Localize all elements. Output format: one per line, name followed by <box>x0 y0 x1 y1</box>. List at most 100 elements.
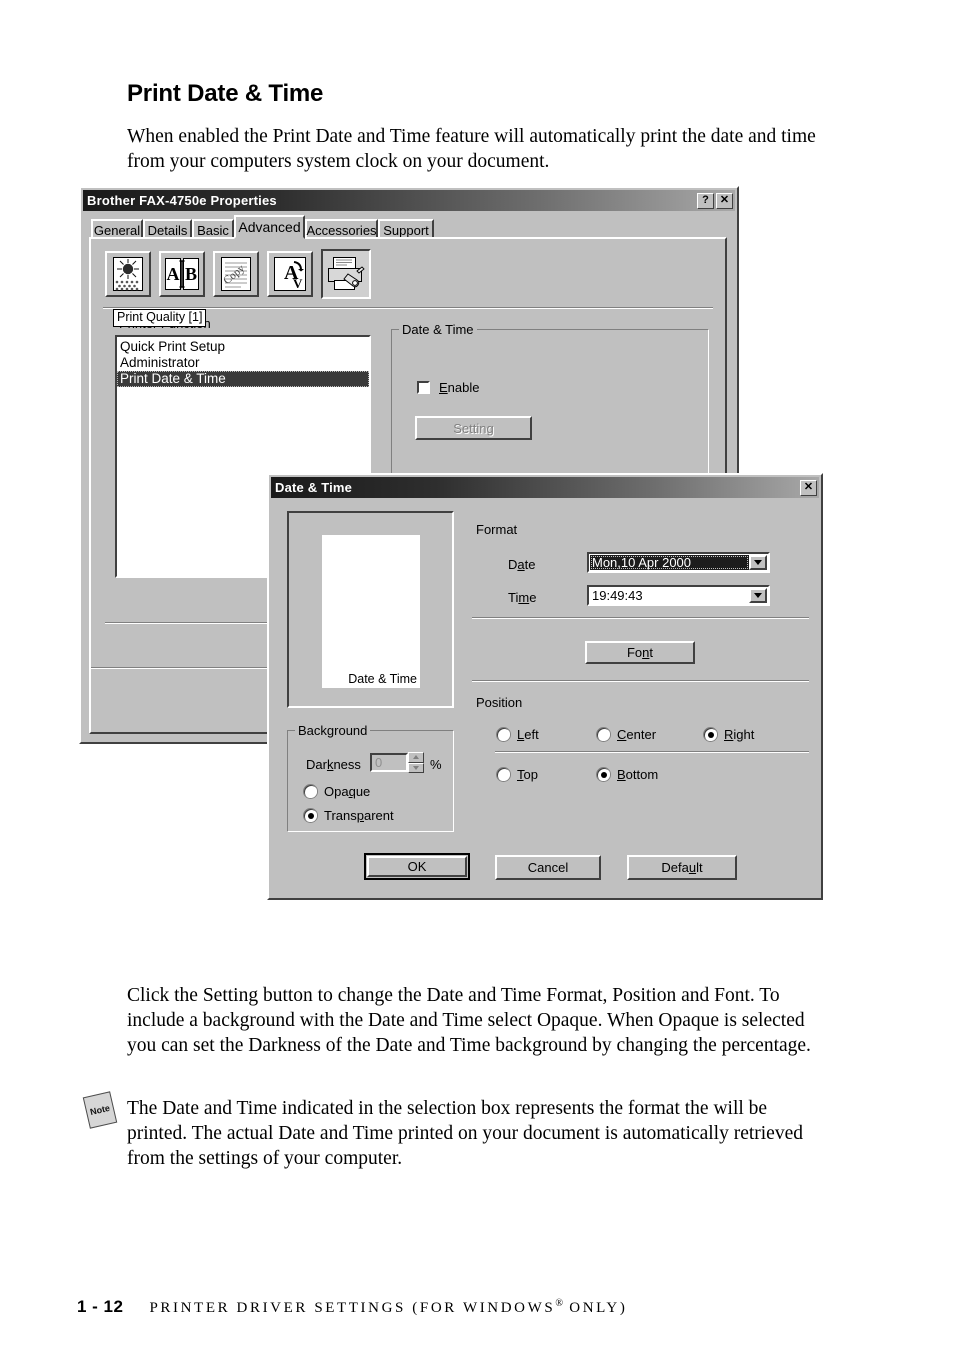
tab-advanced[interactable]: Advanced <box>234 215 305 239</box>
list-item[interactable]: Print Date & Time <box>117 371 369 387</box>
time-label: Time <box>508 590 537 605</box>
footer-registered-mark: ® <box>555 1298 563 1309</box>
position-legend: Position <box>476 695 523 710</box>
page-scaling-glyph: A V <box>274 257 306 291</box>
opaque-label: Opaque <box>324 784 371 799</box>
multiple-page-glyph: A B <box>165 258 199 290</box>
position-center-radio[interactable] <box>597 728 610 741</box>
opaque-radio[interactable] <box>304 785 317 798</box>
enable-checkbox[interactable] <box>417 381 430 394</box>
svg-text:V: V <box>293 276 303 291</box>
setting-button[interactable]: Setting <box>415 416 532 440</box>
chevron-down-icon <box>754 560 762 565</box>
tab-strip: General Details Basic Advanced Accessori… <box>81 213 737 239</box>
page-title: Print Date & Time <box>127 80 324 107</box>
tab-basic[interactable]: Basic <box>192 219 234 239</box>
list-item[interactable]: Administrator <box>117 355 369 371</box>
preview-page: Date & Time <box>322 535 420 688</box>
format-legend: Format <box>476 522 518 537</box>
tab-general[interactable]: General <box>91 219 143 239</box>
note-paragraph: The Date and Time indicated in the selec… <box>127 1098 803 1169</box>
print-quality-icon[interactable] <box>105 251 151 297</box>
time-format-value: 19:49:43 <box>592 588 643 603</box>
svg-text:A: A <box>167 264 180 284</box>
font-button[interactable]: Font <box>585 641 695 664</box>
footer-page-number: 1 - 12 <box>77 1297 124 1316</box>
position-top-radio[interactable] <box>497 768 510 781</box>
cancel-button-label: Cancel <box>527 860 569 875</box>
print-quality-glyph <box>113 257 143 291</box>
printer-function-icon[interactable] <box>321 249 371 299</box>
close-icon[interactable]: ✕ <box>716 192 733 209</box>
tab-general-label: General <box>93 222 141 238</box>
position-row-separator <box>495 751 809 753</box>
caret-down-icon <box>413 765 419 770</box>
date-time-dialog: Date & Time ✕ Date & Time Background Dar… <box>267 473 823 900</box>
tab-support-label: Support <box>383 222 429 238</box>
chevron-down-icon <box>754 593 762 598</box>
click-setting-paragraph: Click the Setting button to change the D… <box>127 985 811 1056</box>
position-left-radio[interactable] <box>497 728 510 741</box>
darkness-input[interactable]: 0 <box>370 753 408 772</box>
transparent-label: Transparent <box>324 808 394 823</box>
tab-advanced-label: Advanced <box>238 219 301 235</box>
position-center-label: Center <box>617 727 657 742</box>
help-button[interactable]: ? <box>697 192 714 209</box>
darkness-value: 0 <box>375 755 383 770</box>
stepper-down-button[interactable] <box>408 762 424 773</box>
caret-up-icon <box>413 755 419 760</box>
tab-details-label: Details <box>147 222 188 238</box>
date-format-combo[interactable]: Mon,10 Apr 2000 <box>587 552 770 573</box>
background-group-legend: Background <box>295 723 371 738</box>
enable-label: Enable <box>439 380 480 395</box>
transparent-radio[interactable] <box>304 809 317 822</box>
format-separator <box>472 617 809 619</box>
list-item[interactable]: Quick Print Setup <box>117 339 369 355</box>
default-button-label: Default <box>661 860 703 875</box>
position-left-label: Left <box>517 727 539 742</box>
percent-label: % <box>430 757 442 772</box>
print-quality-tooltip: Print Quality [1] <box>113 309 207 327</box>
close-icon[interactable]: ✕ <box>800 479 817 496</box>
position-right-label: Right <box>724 727 755 742</box>
footer-text-after: ONLY) <box>569 1300 628 1316</box>
tab-details[interactable]: Details <box>143 219 192 239</box>
page-footer: 1 - 12 PRINTER DRIVER SETTINGS (FOR WINDO… <box>77 1297 627 1317</box>
printer-function-glyph <box>328 257 365 290</box>
date-time-group-legend: Date & Time <box>399 322 477 337</box>
cancel-button[interactable]: Cancel <box>495 855 601 880</box>
note-icon: Note <box>82 1091 120 1130</box>
multiple-page-icon[interactable]: A B <box>159 251 205 297</box>
date-format-value: Mon,10 Apr 2000 <box>590 555 749 570</box>
stepper-up-button[interactable] <box>408 752 424 763</box>
ok-button[interactable]: OK <box>364 853 470 880</box>
ok-button-label: OK <box>367 856 467 877</box>
date-time-title: Date & Time <box>275 480 353 495</box>
position-separator <box>472 680 809 682</box>
time-combo-dropdown-button[interactable] <box>749 588 767 603</box>
properties-title: Brother FAX-4750e Properties <box>87 193 277 208</box>
position-bottom-label: Bottom <box>617 767 659 782</box>
tab-accessories[interactable]: Accessories <box>305 219 378 239</box>
darkness-stepper[interactable] <box>408 752 424 773</box>
page-scaling-icon[interactable]: A V <box>267 251 313 297</box>
preview-date-time-text: Date & Time <box>348 672 417 686</box>
enable-label-rest: nable <box>447 380 480 395</box>
darkness-label: Darkness <box>306 757 361 772</box>
date-label: Date <box>508 557 536 572</box>
watermark-icon[interactable]: Copy <box>213 251 259 297</box>
watermark-glyph: Copy <box>221 257 251 291</box>
date-time-titlebar: Date & Time ✕ <box>271 477 819 498</box>
date-combo-dropdown-button[interactable] <box>749 555 767 570</box>
time-format-combo[interactable]: 19:49:43 <box>587 585 770 606</box>
position-right-radio[interactable] <box>704 728 717 741</box>
tab-support[interactable]: Support <box>378 219 434 239</box>
intro-paragraph: When enabled the Print Date and Time fea… <box>127 126 816 172</box>
svg-text:B: B <box>185 264 197 284</box>
default-button[interactable]: Default <box>627 855 737 880</box>
tab-accessories-label: Accessories <box>306 222 377 238</box>
tab-basic-label: Basic <box>197 222 229 238</box>
footer-text-before: PRINTER DRIVER SETTINGS (FOR WINDOWS <box>149 1300 556 1316</box>
position-bottom-radio[interactable] <box>597 768 610 781</box>
properties-titlebar: Brother FAX-4750e Properties ? ✕ <box>83 190 735 211</box>
